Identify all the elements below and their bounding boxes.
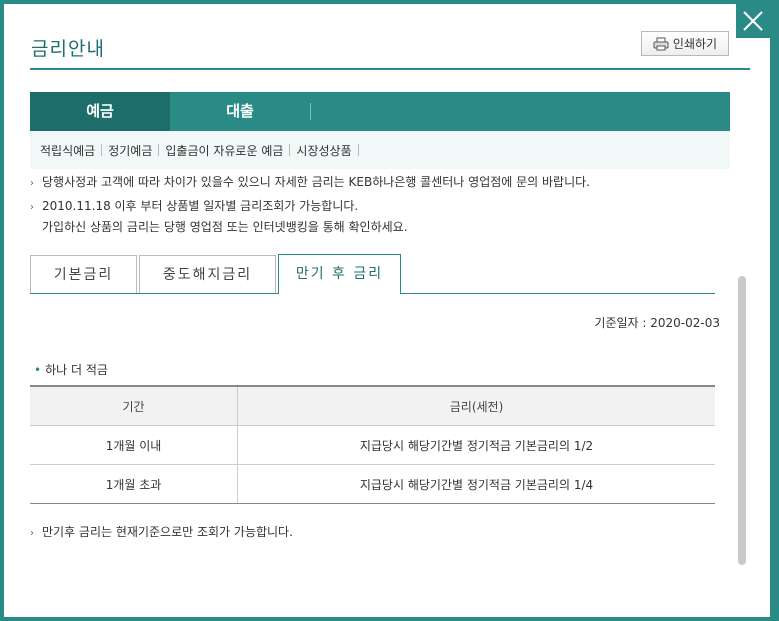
column-header-rate: 금리(세전) [237,385,715,426]
close-button[interactable] [736,4,770,38]
tab-deposit[interactable]: 예금 [30,92,170,131]
base-date: 기준일자 : 2020-02-03 [594,316,720,330]
column-header-period: 기간 [30,385,238,426]
notice-item-continued: 가입하신 상품의 금리는 당행 영업점 또는 인터넷뱅킹을 통해 확인하세요. [42,220,408,234]
chevron-right-icon: › [30,202,34,213]
vertical-scrollbar[interactable] [737,169,747,569]
deposit-subnav: 적립식예금 정기예금 입출금이 자유로운 예금 시장성상품 [30,131,730,169]
subnav-divider [357,144,359,156]
page-title: 금리안내 [31,38,105,60]
table-row: 1개월 초과 지급당시 해당기간별 정기적금 기본금리의 1/4 [30,464,715,504]
subnav-installment-savings[interactable]: 적립식예금 [40,142,101,159]
scrollbar-thumb[interactable] [738,276,746,565]
table-header-row: 기간 금리(세전) [30,385,715,426]
bullet-dot-icon: • [34,363,42,377]
subnav-market-products[interactable]: 시장성상품 [290,142,357,159]
chevron-right-icon: › [30,528,34,539]
tab-base-rate[interactable]: 기본금리 [30,255,137,293]
notice-item: › 당행사정과 고객에 따라 차이가 있을수 있으니 자세한 금리는 KEB하나은… [30,175,590,189]
product-title: • 하나 더 적금 [34,363,108,377]
print-button-label: 인쇄하기 [672,37,718,51]
table-row: 1개월 이내 지급당시 해당기간별 정기적금 기본금리의 1/2 [30,425,715,465]
scroll-content: › 당행사정과 고객에 따라 차이가 있을수 있으니 자세한 금리는 KEB하나은… [30,169,720,609]
cell-rate: 지급당시 해당기간별 정기적금 기본금리의 1/2 [237,425,715,465]
notice-item: › 2010.11.18 이후 부터 상품별 일자별 금리조회가 가능합니다. [30,199,359,213]
chevron-right-icon: › [30,178,34,189]
tab-early-termination-rate[interactable]: 중도해지금리 [139,255,276,293]
close-icon [743,11,763,31]
rate-info-popup: 금리안내 인쇄하기 예금 대출 적립식예금 정기예금 입출금이 자유로운 예금 … [4,4,770,617]
rate-type-tabs: 기본금리 중도해지금리 만기 후 금리 [30,254,715,297]
cell-rate: 지급당시 해당기간별 정기적금 기본금리의 1/4 [237,464,715,504]
cell-period: 1개월 이내 [30,425,238,465]
main-tabs: 예금 대출 [30,92,730,131]
footnote: › 만기후 금리는 현재기준으로만 조회가 가능합니다. [30,525,293,539]
printer-icon [653,37,669,50]
title-divider [30,68,750,70]
cell-period: 1개월 초과 [30,464,238,504]
tab-post-maturity-rate[interactable]: 만기 후 금리 [278,254,401,294]
tab-divider [310,103,311,120]
rate-table: 기간 금리(세전) 1개월 이내 지급당시 해당기간별 정기적금 기본금리의 1… [30,385,715,504]
subnav-demand-deposit[interactable]: 입출금이 자유로운 예금 [159,142,289,159]
print-button[interactable]: 인쇄하기 [641,31,729,56]
subnav-time-deposit[interactable]: 정기예금 [102,142,158,159]
tab-loan[interactable]: 대출 [170,92,310,131]
